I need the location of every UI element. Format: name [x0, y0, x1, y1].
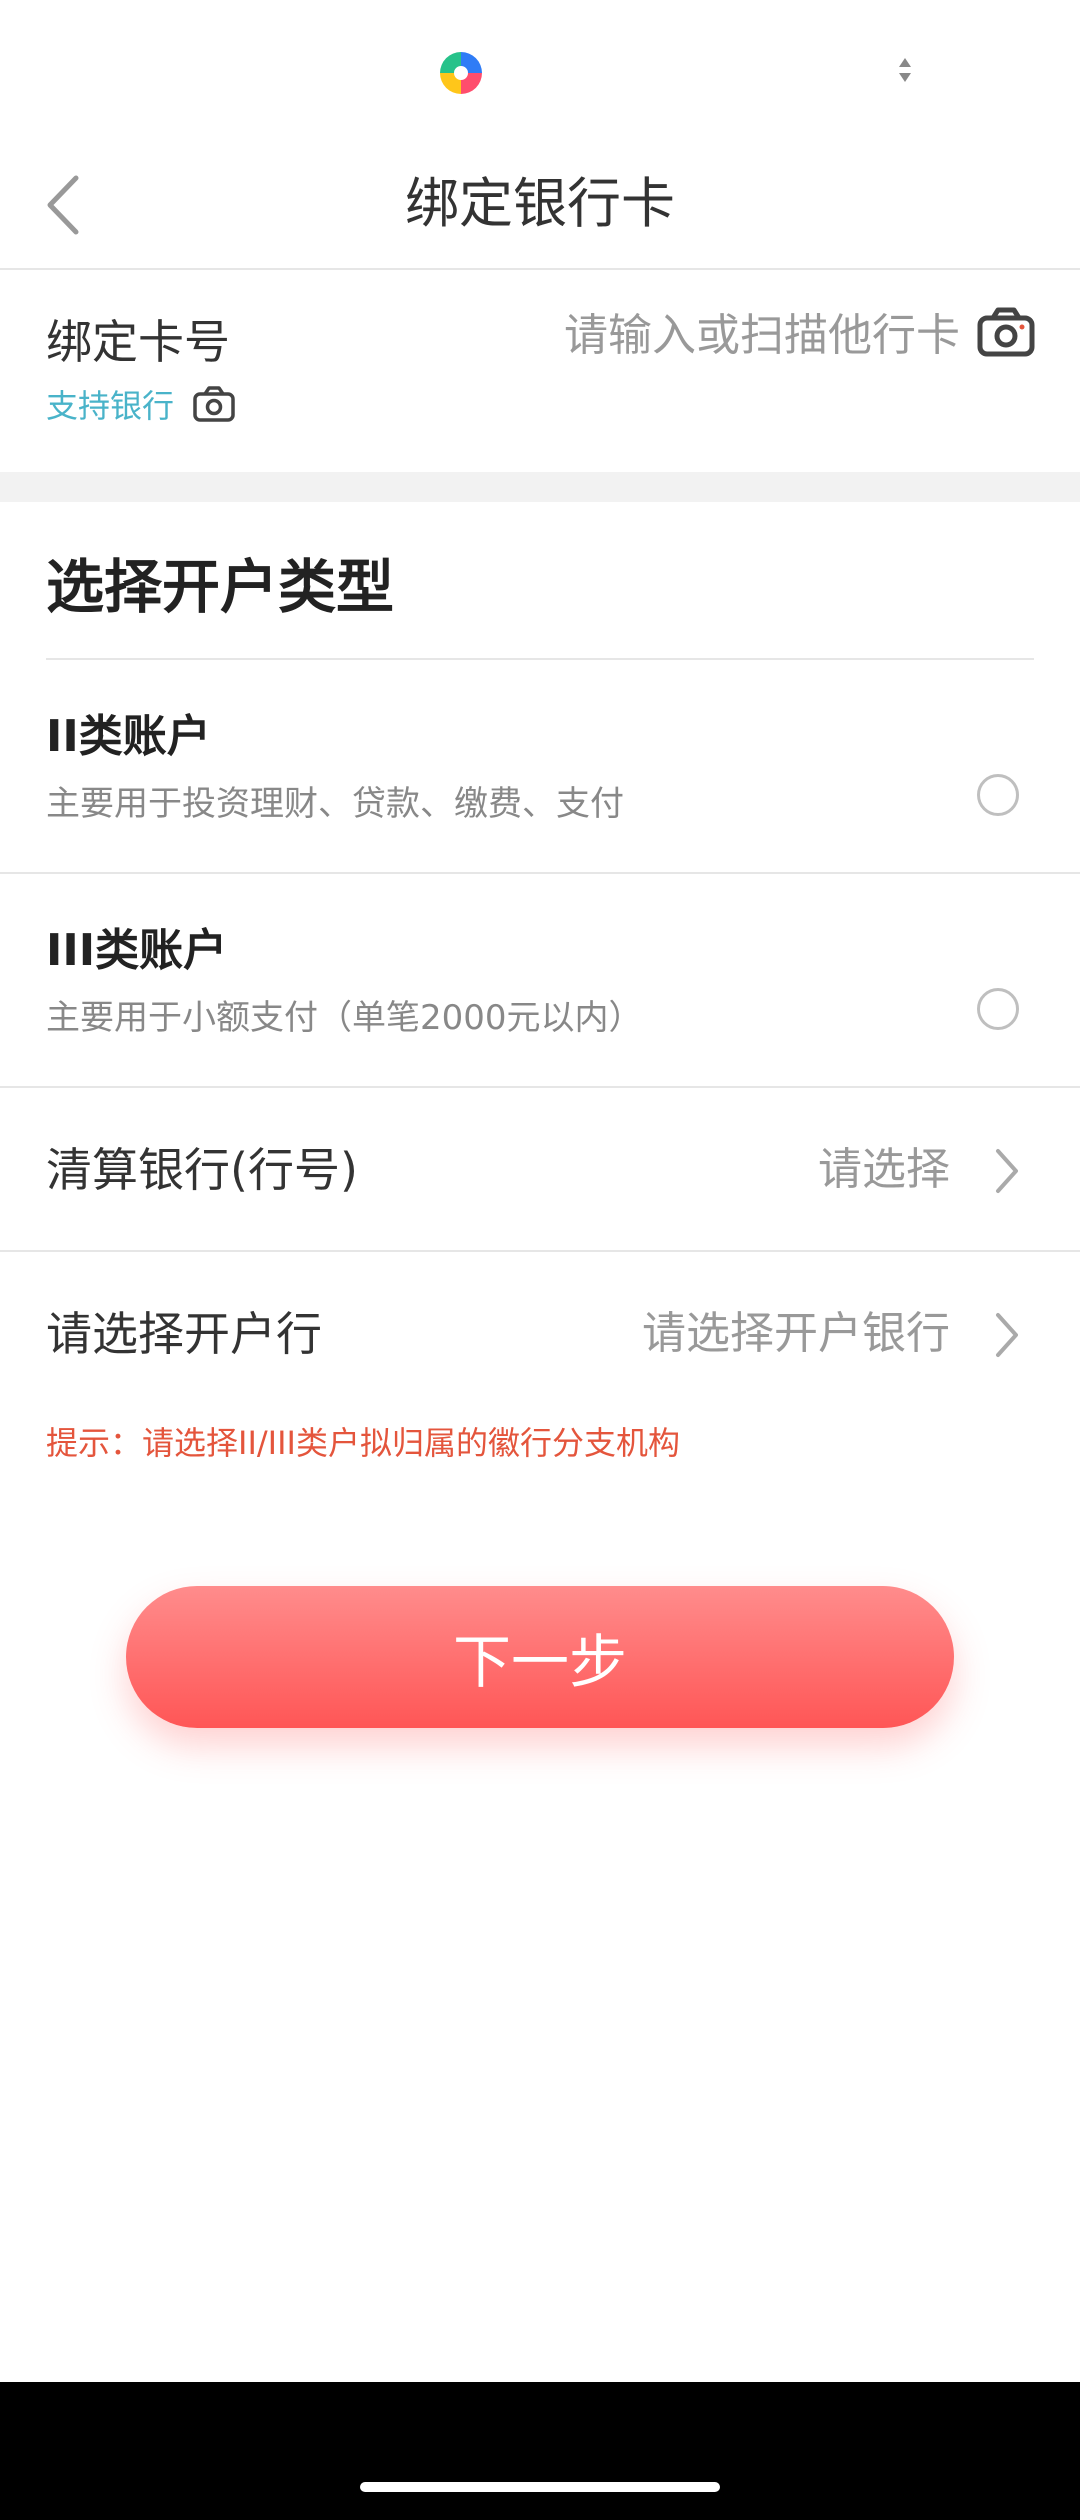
page-title: 绑定银行卡	[405, 172, 675, 235]
section-separator	[0, 472, 1080, 502]
sort-arrows-icon	[899, 58, 911, 82]
account-option-desc: 主要用于投资理财、贷款、缴费、支付	[46, 784, 624, 824]
divider	[0, 1250, 1080, 1252]
chevron-right-icon	[996, 1149, 1018, 1193]
account-type-title: 选择开户类型	[46, 553, 395, 621]
system-nav-bar	[0, 2382, 1080, 2520]
divider	[0, 1086, 1080, 1088]
open-branch-value: 请选择开户银行	[642, 1308, 950, 1359]
account-option-radio[interactable]	[977, 988, 1019, 1030]
account-option-radio[interactable]	[977, 774, 1019, 816]
camera-icon	[977, 307, 1035, 357]
app-logo-icon	[440, 52, 482, 94]
card-number-label: 绑定卡号	[46, 315, 230, 369]
header: 绑定银行卡	[0, 140, 1080, 270]
chevron-right-icon	[996, 1313, 1018, 1357]
account-option-title: III类账户	[46, 925, 228, 976]
account-option-title: II类账户	[46, 711, 211, 762]
account-option-class2[interactable]: II类账户 主要用于投资理财、贷款、缴费、支付	[0, 660, 1080, 870]
status-bar	[0, 0, 1080, 140]
card-number-input[interactable]	[470, 300, 960, 370]
supported-banks-label: 支持银行	[46, 387, 175, 425]
open-branch-label: 请选择开户行	[46, 1307, 322, 1361]
hint-text: 提示：请选择II/III类户拟归属的徽行分支机构	[46, 1424, 680, 1462]
home-indicator[interactable]	[360, 2482, 720, 2492]
scan-card-button[interactable]	[976, 306, 1036, 358]
open-branch-row[interactable]: 请选择开户行 请选择开户银行	[0, 1254, 1080, 1414]
account-option-desc: 主要用于小额支付（单笔2000元以内）	[46, 998, 643, 1038]
account-option-class3[interactable]: III类账户 主要用于小额支付（单笔2000元以内）	[0, 874, 1080, 1084]
clearing-bank-row[interactable]: 清算银行(行号) 请选择	[0, 1090, 1080, 1250]
clearing-bank-label: 清算银行(行号)	[46, 1143, 358, 1197]
camera-icon	[193, 386, 235, 422]
next-step-button[interactable]: 下一步	[126, 1586, 954, 1728]
supported-banks-link[interactable]: 支持银行	[46, 374, 236, 434]
clearing-bank-value: 请选择	[818, 1144, 950, 1195]
